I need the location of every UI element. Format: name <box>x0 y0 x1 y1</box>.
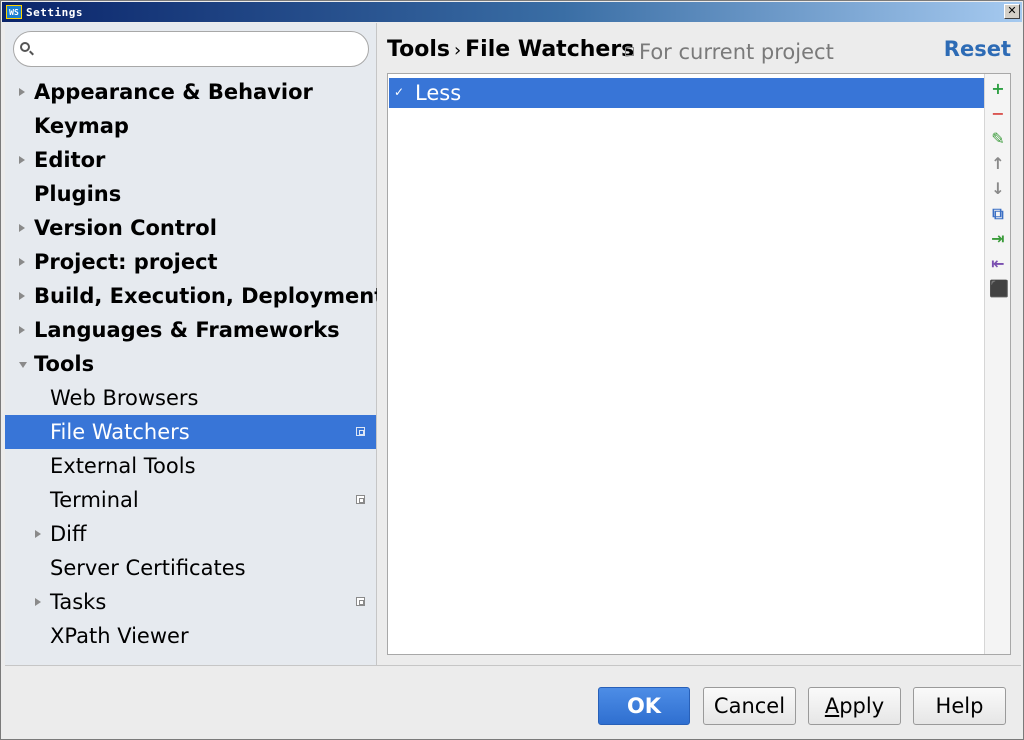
sidebar-item-label: Version Control <box>34 216 217 240</box>
sidebar-item-tasks[interactable]: Tasks <box>5 585 376 619</box>
webstorm-app-icon: WS <box>6 5 22 19</box>
sidebar-item-xpath-viewer[interactable]: XPath Viewer <box>5 619 376 653</box>
sidebar-item-editor[interactable]: Editor <box>5 143 376 177</box>
move-up-icon[interactable]: ↑ <box>989 155 1007 173</box>
project-scope-icon <box>356 597 365 606</box>
list-toolbar: + − ✎ ↑ ↓ ⧉ ⇥ ⇤ ⬛ <box>984 74 1010 654</box>
sidebar-item-label: Keymap <box>34 114 129 138</box>
sidebar-item-label: External Tools <box>50 454 196 478</box>
sidebar-item-diff[interactable]: Diff <box>5 517 376 551</box>
reset-link[interactable]: Reset <box>944 37 1011 61</box>
expand-right-icon[interactable] <box>19 224 25 232</box>
help-button[interactable]: Help <box>913 687 1006 725</box>
sidebar-item-label: Diff <box>50 522 87 546</box>
breadcrumb-file-watchers: File Watchers <box>465 37 635 62</box>
sidebar-item-label: Tools <box>34 352 95 376</box>
sidebar-item-web-browsers[interactable]: Web Browsers <box>5 381 376 415</box>
cancel-button[interactable]: Cancel <box>703 687 796 725</box>
settings-search[interactable] <box>13 31 369 67</box>
import-icon[interactable]: ⇥ <box>989 230 1007 248</box>
window-title: Settings <box>26 5 83 19</box>
sidebar-item-label: Project: project <box>34 250 218 274</box>
sidebar-item-label: Appearance & Behavior <box>34 80 313 104</box>
sidebar-item-external-tools[interactable]: External Tools <box>5 449 376 483</box>
expand-right-icon[interactable] <box>35 530 41 538</box>
sidebar-item-label: Tasks <box>50 590 107 614</box>
breadcrumb: Tools › File Watchers <box>387 37 634 62</box>
sidebar-item-label: XPath Viewer <box>50 624 189 648</box>
sidebar-item-languages-frameworks[interactable]: Languages & Frameworks <box>5 313 376 347</box>
file-watchers-page: Tools › File Watchers For current project … <box>377 23 1021 665</box>
edit-icon[interactable]: ✎ <box>989 130 1007 148</box>
sidebar-item-plugins[interactable]: Plugins <box>5 177 376 211</box>
settings-window: WS Settings ✕ Appearance & Behavior Keyma… <box>0 0 1024 740</box>
search-icon <box>20 42 30 52</box>
expand-right-icon[interactable] <box>19 258 25 266</box>
project-scope-icon <box>356 427 365 436</box>
expand-right-icon[interactable] <box>19 326 25 334</box>
ok-button[interactable]: OK <box>598 687 690 725</box>
sidebar-item-tools[interactable]: Tools <box>5 347 376 381</box>
sidebar-item-label: Plugins <box>34 182 122 206</box>
search-input[interactable] <box>38 38 358 60</box>
apply-button[interactable]: Apply <box>808 687 901 725</box>
copy-icon[interactable]: ⧉ <box>989 205 1007 223</box>
scope-label: For current project <box>639 40 834 64</box>
sidebar-item-label: Editor <box>34 148 106 172</box>
remove-icon[interactable]: − <box>989 105 1007 123</box>
watcher-name: Less <box>415 81 462 105</box>
expand-right-icon[interactable] <box>19 292 25 300</box>
scope-indicator: For current project <box>625 40 834 64</box>
expand-down-icon[interactable] <box>19 362 27 368</box>
sidebar-item-label: Terminal <box>50 488 139 512</box>
sidebar-item-terminal[interactable]: Terminal <box>5 483 376 517</box>
dialog-footer: OK Cancel Apply Help <box>5 665 1021 737</box>
window-close-button[interactable]: ✕ <box>1004 4 1020 19</box>
sidebar-item-label: Languages & Frameworks <box>34 318 340 342</box>
sidebar-item-label: File Watchers <box>50 420 190 444</box>
expand-right-icon[interactable] <box>19 88 25 96</box>
stamp-icon: ⬛ <box>989 279 1009 298</box>
file-watchers-list: ✓ Less + − ✎ ↑ ↓ ⧉ ⇥ ⇤ ⬛ <box>387 73 1011 655</box>
sidebar-item-label: Server Certificates <box>50 556 246 580</box>
expand-right-icon[interactable] <box>35 598 41 606</box>
sidebar-item-file-watchers[interactable]: File Watchers <box>5 415 376 449</box>
project-scope-icon <box>356 495 365 504</box>
sidebar-item-appearance-behavior[interactable]: Appearance & Behavior <box>5 75 376 109</box>
sidebar-item-server-certificates[interactable]: Server Certificates <box>5 551 376 585</box>
watcher-row[interactable]: ✓ Less <box>389 78 985 108</box>
sidebar-item-label: Build, Execution, Deployment <box>34 284 385 308</box>
apply-mnemonic: A <box>824 694 840 718</box>
title-bar: WS Settings ✕ <box>2 2 1022 22</box>
expand-right-icon[interactable] <box>19 156 25 164</box>
sidebar-item-build-execution-deployment[interactable]: Build, Execution, Deployment <box>5 279 384 313</box>
project-scope-icon <box>625 47 634 56</box>
breadcrumb-separator: › <box>453 40 462 61</box>
sidebar-item-version-control[interactable]: Version Control <box>5 211 376 245</box>
add-icon[interactable]: + <box>989 80 1007 98</box>
watcher-enabled-checkbox[interactable]: ✓ <box>394 86 406 98</box>
breadcrumb-tools: Tools <box>387 37 450 62</box>
move-down-icon[interactable]: ↓ <box>989 180 1007 198</box>
settings-tree: Appearance & Behavior Keymap Editor Plugins… <box>5 75 384 653</box>
sidebar-item-project-project[interactable]: Project: project <box>5 245 376 279</box>
apply-label-rest: pply <box>839 694 885 718</box>
sidebar-item-keymap[interactable]: Keymap <box>5 109 376 143</box>
settings-sidebar: Appearance & Behavior Keymap Editor Plugins… <box>5 23 384 665</box>
sidebar-item-label: Web Browsers <box>50 386 199 410</box>
export-icon[interactable]: ⇤ <box>989 255 1007 273</box>
